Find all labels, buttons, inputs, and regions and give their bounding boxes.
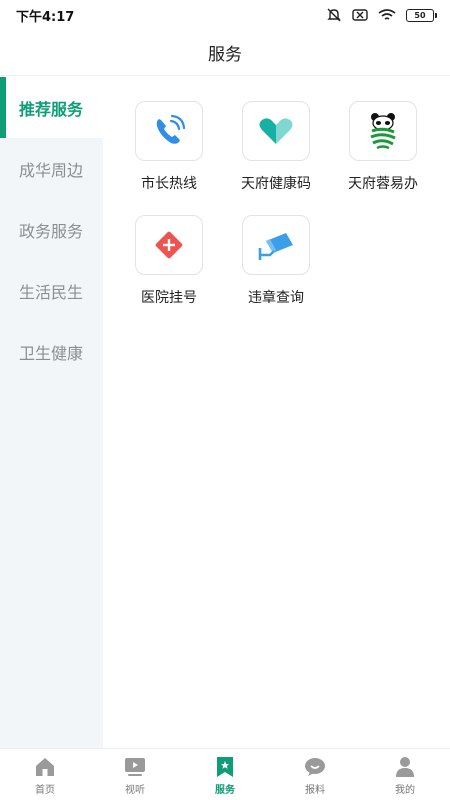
service-tianfu-health-code[interactable]: 天府健康码: [226, 101, 326, 193]
service-icon-box: [135, 101, 203, 161]
service-icon-box: [242, 101, 310, 161]
service-label: 天府健康码: [241, 176, 311, 192]
sidebar-item-label: 政务服务: [19, 221, 84, 241]
phone-icon: [156, 114, 186, 144]
service-grid: 市长热线 天府健康码 天府蓉易办 医院挂号 违章查询: [103, 77, 450, 748]
tab-label: 首页: [35, 785, 55, 796]
sim-off-icon: [352, 9, 368, 21]
service-icon-box: [349, 101, 417, 161]
traffic-camera-icon: [258, 233, 293, 260]
bottom-tab-bar: 首页 视听 服务 报料 我的: [0, 748, 450, 800]
health-code-icon: [259, 118, 293, 144]
user-icon: [394, 756, 416, 778]
sidebar-item-chenghua-nearby[interactable]: 成华周边: [0, 138, 103, 199]
home-icon: [34, 756, 56, 778]
service-label: 医院挂号: [141, 290, 197, 306]
video-icon: [124, 756, 146, 778]
service-label: 市长热线: [141, 176, 197, 192]
tab-service[interactable]: 服务: [180, 749, 270, 800]
service-bookmark-icon: [214, 756, 236, 778]
battery-icon: 50: [406, 8, 437, 22]
panda-icon: [370, 113, 396, 150]
service-traffic-violation-query[interactable]: 违章查询: [226, 215, 326, 307]
sidebar-item-label: 成华周边: [19, 160, 84, 180]
sidebar-item-health[interactable]: 卫生健康: [0, 321, 103, 382]
tab-label: 我的: [395, 785, 415, 796]
wifi-icon: [378, 8, 396, 20]
page-header: 服务: [0, 30, 450, 76]
status-time: 下午4:17: [16, 9, 75, 25]
status-icons: 50: [326, 8, 437, 22]
sidebar-item-government[interactable]: 政务服务: [0, 199, 103, 260]
tab-label: 视听: [125, 785, 145, 796]
tab-label: 服务: [215, 785, 235, 796]
service-label: 违章查询: [248, 290, 304, 306]
chat-bubble-icon: [304, 756, 326, 778]
medical-cross-icon: [155, 231, 183, 259]
sidebar-item-label: 卫生健康: [19, 343, 84, 363]
service-hospital-registration[interactable]: 医院挂号: [119, 215, 219, 307]
service-mayor-hotline[interactable]: 市长热线: [119, 101, 219, 193]
service-icon-box: [242, 215, 310, 275]
mute-bell-icon: [327, 8, 341, 22]
sidebar-item-recommended[interactable]: 推荐服务: [0, 77, 103, 138]
tab-video[interactable]: 视听: [90, 749, 180, 800]
battery-level: 50: [414, 10, 426, 20]
status-bar: 下午4:17 50: [0, 0, 450, 30]
service-tianfu-rongyiban[interactable]: 天府蓉易办: [333, 101, 433, 193]
tab-mine[interactable]: 我的: [360, 749, 450, 800]
service-icon-box: [135, 215, 203, 275]
category-sidebar: 推荐服务 成华周边 政务服务 生活民生 卫生健康: [0, 77, 103, 748]
sidebar-item-label: 推荐服务: [19, 99, 84, 119]
tab-home[interactable]: 首页: [0, 749, 90, 800]
service-label: 天府蓉易办: [348, 176, 418, 192]
sidebar-item-label: 生活民生: [19, 282, 84, 302]
page-title: 服务: [208, 45, 242, 65]
tab-report[interactable]: 报料: [270, 749, 360, 800]
tab-label: 报料: [305, 785, 325, 796]
sidebar-item-livelihood[interactable]: 生活民生: [0, 260, 103, 321]
